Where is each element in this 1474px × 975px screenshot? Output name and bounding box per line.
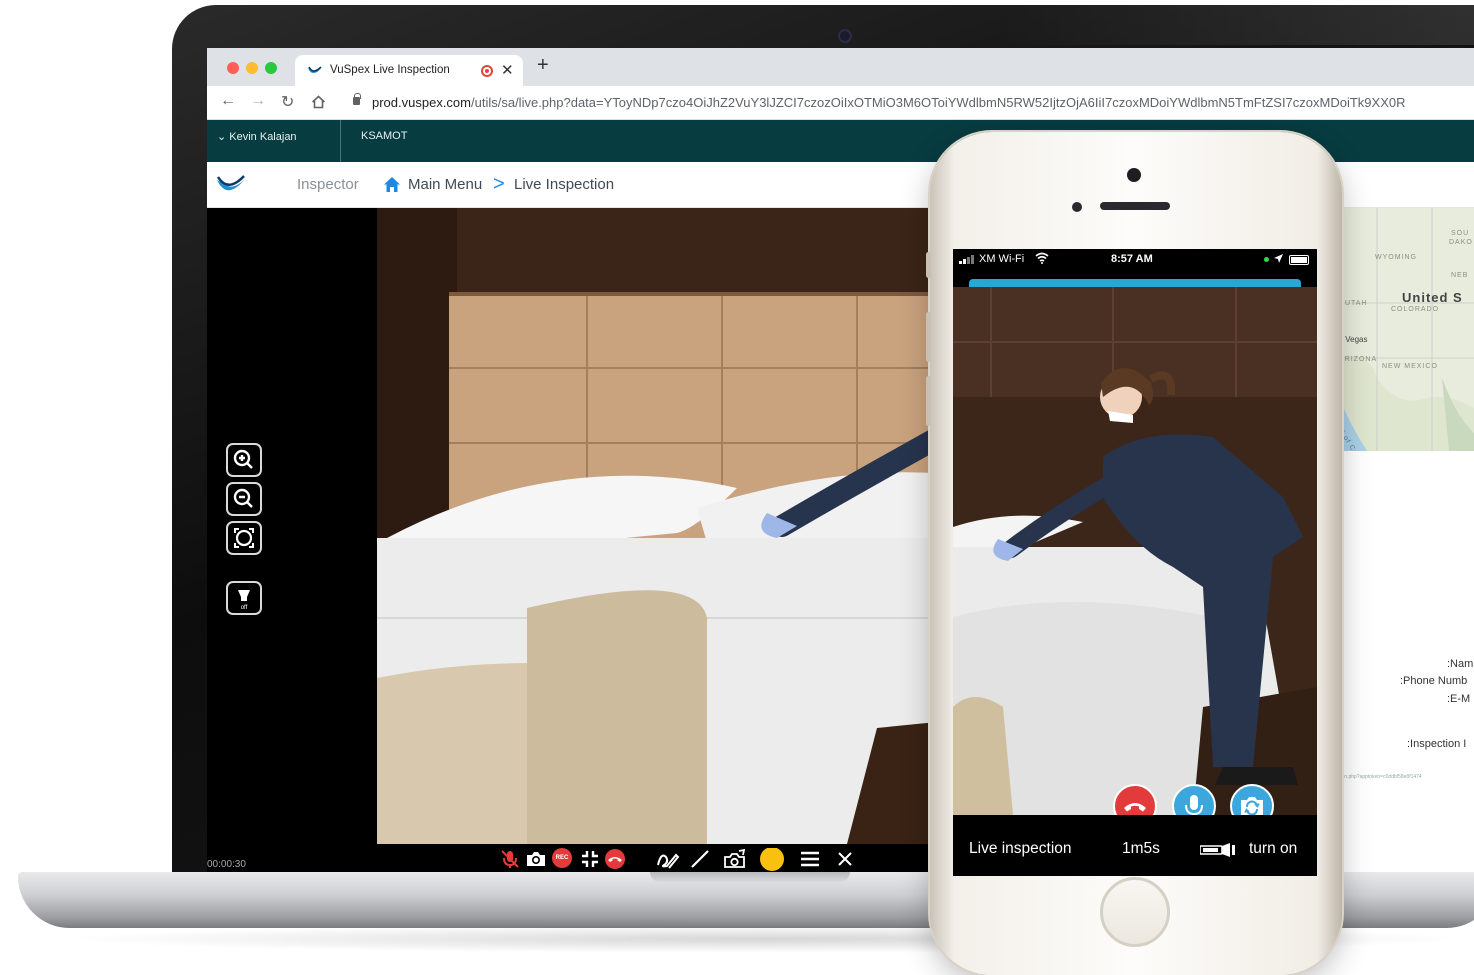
phone-screen: XM Wi-Fi 8:57 AM Live inspection 1m5s tu… [953, 249, 1317, 876]
mute-mic-icon[interactable] [499, 848, 521, 870]
phone-volume-down [926, 376, 931, 426]
color-picker-icon[interactable] [759, 848, 785, 874]
lock-icon [353, 93, 361, 105]
zoom-out-button[interactable] [226, 482, 262, 516]
home-icon[interactable] [311, 95, 326, 109]
url-path: /utils/sa/live.php?data=YToyNDp7czo4OiJh… [471, 95, 1406, 110]
user-menu[interactable]: ⌄ Kevin Kalajan [217, 130, 297, 143]
laptop-notch [650, 872, 850, 882]
window-close-button[interactable] [227, 62, 239, 74]
torch-turn-on-button[interactable]: turn on [1249, 840, 1297, 858]
forward-arrow-icon[interactable]: → [250, 92, 266, 110]
tab-title: VuSpex Live Inspection [330, 64, 450, 76]
map-label-colorado: COLORADO [1391, 306, 1440, 313]
phone-home-button[interactable] [1100, 877, 1170, 947]
webcam-icon [838, 29, 852, 43]
tab-close-icon[interactable]: ✕ [501, 61, 514, 79]
zoom-out-icon [233, 488, 253, 508]
browser-tab-bar: VuSpex Live Inspection ✕ + [207, 48, 1474, 86]
field-name-label: :Nam [1447, 658, 1474, 670]
close-icon[interactable] [834, 848, 856, 870]
url-host: prod.vuspex.com [372, 95, 471, 110]
address-bar[interactable]: prod.vuspex.com/utils/sa/live.php?data=Y… [372, 95, 1405, 110]
back-arrow-icon[interactable]: ← [220, 92, 236, 110]
field-inspection-label: :Inspection I [1407, 738, 1467, 750]
exit-fullscreen-icon[interactable] [579, 848, 601, 870]
torch-toggle-button[interactable]: off [226, 581, 262, 615]
torch-off-label: off [241, 605, 248, 611]
browser-tab-active[interactable]: VuSpex Live Inspection ✕ [295, 55, 523, 86]
phone-volume-up [926, 312, 931, 362]
field-email-label: :E-M [1447, 693, 1471, 705]
map-label-las-vegas: s Vegas [1339, 335, 1368, 344]
end-call-icon[interactable] [604, 848, 626, 870]
connection-progress-bar [969, 279, 1301, 287]
recording-indicator-icon [481, 65, 493, 77]
phone-status-bar: XM Wi-Fi 8:57 AM [953, 249, 1317, 271]
zoom-in-button[interactable] [226, 443, 262, 477]
map-label-arizona: ARIZONA [1339, 356, 1378, 363]
carrier-name: XM Wi-Fi [979, 253, 1025, 265]
phone-device: XM Wi-Fi 8:57 AM Live inspection 1m5s tu… [926, 132, 1342, 975]
cell-signal-icon [959, 255, 974, 264]
freehand-draw-icon[interactable] [655, 848, 681, 870]
camera-snapshot-icon[interactable] [525, 848, 547, 870]
breadcrumb-current: Live Inspection [514, 176, 615, 193]
phone-mute-switch [926, 252, 931, 278]
home-icon[interactable] [383, 176, 401, 193]
shape-camera-tool-icon[interactable] [722, 848, 748, 870]
map-label-neb: NEB [1451, 272, 1469, 279]
status-time: 8:57 AM [1111, 253, 1153, 265]
vuspex-favicon-icon [308, 66, 322, 73]
top-bar-divider [340, 120, 341, 162]
mic-in-use-indicator [1264, 257, 1269, 262]
front-camera-icon [1127, 168, 1141, 182]
record-button[interactable]: REC [552, 848, 572, 868]
chevron-down-icon: ⌄ [217, 131, 227, 143]
laptop-glare [1000, 5, 1474, 45]
flashlight-icon: off [238, 590, 250, 611]
map-label-utah: UTAH [1345, 300, 1368, 307]
connection-progress-fill [969, 279, 1301, 287]
phone-camera-preview[interactable] [953, 287, 1317, 815]
call-timer: 00:00:30 [207, 859, 246, 870]
elapsed-time: 1m5s [1122, 840, 1160, 857]
proximity-sensor [1072, 202, 1082, 212]
earpiece-speaker [1100, 202, 1170, 210]
location-arrow-icon [1274, 254, 1283, 263]
inspection-link[interactable]: tion.php?apptoken=c0ddbf58e8f1474 [1339, 774, 1422, 780]
company-name[interactable]: KSAMOT [361, 130, 407, 142]
battery-icon [1289, 255, 1309, 265]
line-tool-icon[interactable] [689, 848, 711, 870]
phone-bottom-bar: Live inspection 1m5s turn on [953, 815, 1317, 876]
reload-icon[interactable]: ↻ [281, 92, 294, 112]
vuspex-logo-icon[interactable] [215, 171, 247, 199]
window-maximize-button[interactable] [265, 62, 277, 74]
new-tab-button[interactable]: + [537, 54, 549, 77]
field-phone-label: :Phone Numb [1400, 675, 1468, 687]
breadcrumb-main-menu[interactable]: Main Menu [408, 176, 482, 193]
breadcrumb-chevron-icon: > [493, 173, 505, 195]
map-label-sou: SOU [1451, 230, 1470, 237]
inspection-details-panel: SOU DAKO WYOMING NEB United S UTAH COLOR… [1337, 208, 1474, 876]
browser-toolbar: ← → ↻ prod.vuspex.com/utils/sa/live.php?… [207, 86, 1474, 120]
menu-icon[interactable] [799, 848, 821, 870]
window-minimize-button[interactable] [246, 62, 258, 74]
live-inspection-label: Live inspection [969, 840, 1072, 857]
location-map[interactable]: SOU DAKO WYOMING NEB United S UTAH COLOR… [1337, 208, 1474, 451]
zoom-in-icon [233, 449, 253, 469]
breadcrumb-root: Inspector [297, 176, 359, 193]
map-label-united-states: United S [1402, 290, 1463, 305]
fit-screen-button[interactable] [226, 521, 262, 555]
flashlight-icon[interactable] [1200, 843, 1236, 857]
map-label-new-mexico: NEW MEXICO [1382, 363, 1438, 370]
fit-screen-icon [234, 528, 254, 548]
wifi-icon [1035, 252, 1049, 264]
map-label-dako: DAKO [1449, 239, 1473, 246]
user-name: Kevin Kalajan [229, 131, 297, 143]
phone-video-frame-image [953, 287, 1317, 815]
map-label-wyoming: WYOMING [1375, 254, 1417, 261]
